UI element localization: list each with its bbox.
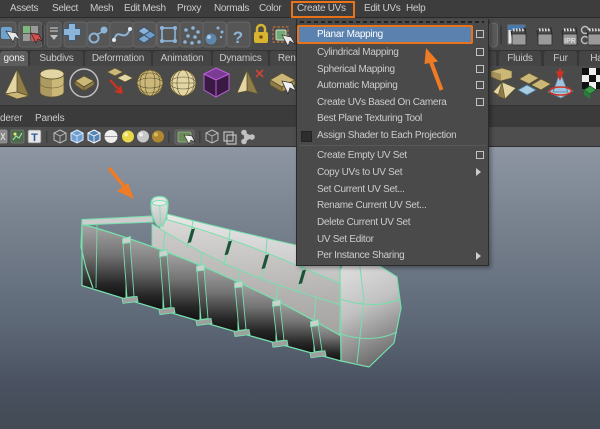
svg-text:?: ? <box>233 28 243 47</box>
svg-text:T: T <box>31 132 38 144</box>
svg-text:IPR: IPR <box>564 38 576 45</box>
